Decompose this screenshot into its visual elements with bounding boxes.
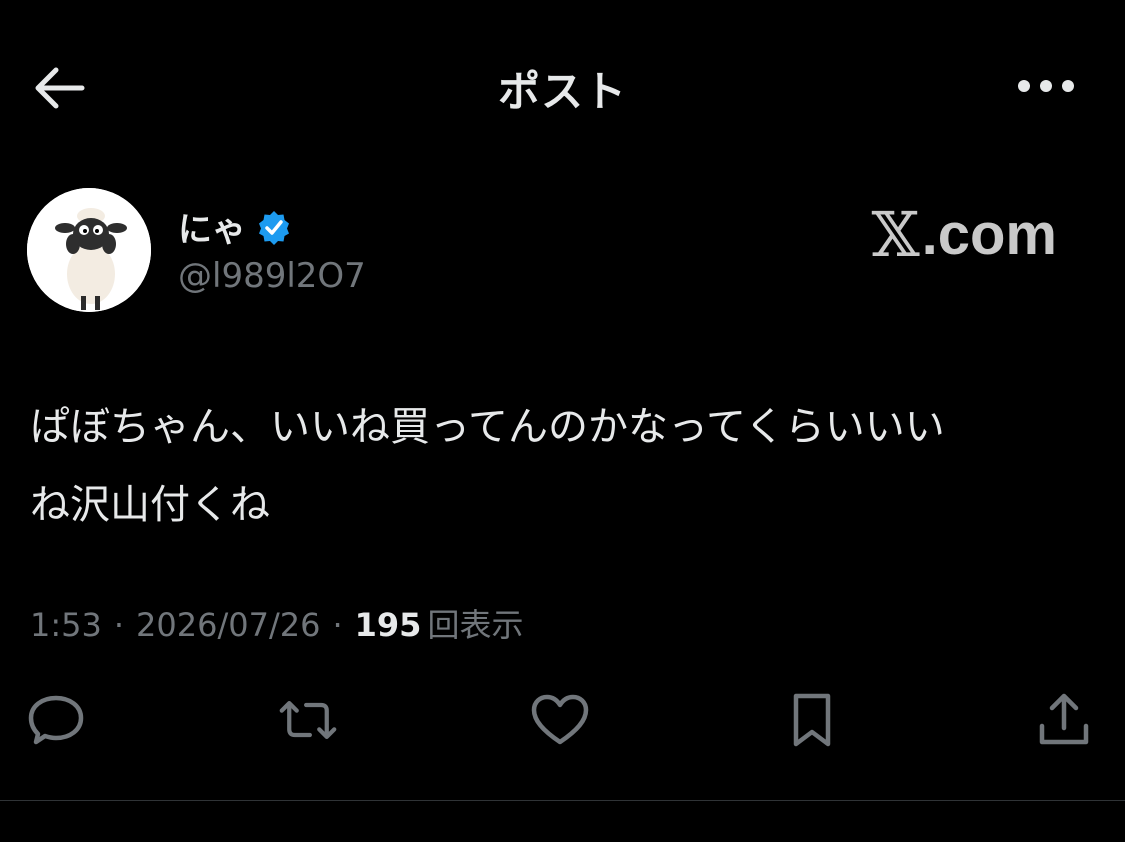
- share-button[interactable]: [1034, 690, 1094, 750]
- reply-icon: [28, 695, 84, 745]
- like-button[interactable]: [530, 690, 590, 750]
- views-count[interactable]: 195: [355, 606, 422, 644]
- post-text: ぱぼちゃん、いいね買ってんのかなってくらいいい ね沢山付くね: [30, 388, 1090, 544]
- user-handle[interactable]: @l989l2O7: [178, 256, 366, 296]
- bottom-divider: [0, 800, 1125, 801]
- post-text-line-1: ぱぼちゃん、いいね買ってんのかなってくらいいい: [30, 404, 945, 450]
- share-icon: [1039, 693, 1089, 745]
- repost-button[interactable]: [278, 690, 338, 750]
- page-title: ポスト: [497, 67, 627, 116]
- display-name[interactable]: にゃ: [178, 202, 246, 251]
- author-name-row[interactable]: にゃ: [178, 202, 292, 251]
- heart-icon: [531, 694, 589, 745]
- sheep-avatar-image: [27, 188, 151, 312]
- meta-separator: ·: [332, 606, 343, 644]
- post-detail-page: ポスト にゃ @l989l2O7 𝕏 .com ぱぼちゃん、いいね買ってんのかな…: [0, 0, 1125, 842]
- verified-badge-icon: [259, 210, 289, 245]
- watermark-text: .com: [921, 202, 1057, 267]
- views-label[interactable]: 回表示: [427, 600, 523, 646]
- action-bar: [0, 690, 1125, 750]
- more-options-button[interactable]: [1011, 66, 1081, 106]
- post-meta: 1:53 · 2026/07/26 · 195 回表示: [30, 600, 523, 646]
- meta-separator: ·: [113, 606, 125, 644]
- more-horizontal-icon: [1018, 80, 1074, 92]
- top-bar: ポスト: [0, 0, 1125, 176]
- bookmark-button[interactable]: [782, 690, 842, 750]
- avatar[interactable]: [27, 188, 151, 312]
- post-text-line-2: ね沢山付くね: [30, 482, 270, 528]
- post-date[interactable]: 2026/07/26: [136, 606, 320, 644]
- repost-icon: [279, 701, 337, 739]
- reply-button[interactable]: [26, 690, 86, 750]
- x-logo-icon: 𝕏: [871, 198, 920, 271]
- bookmark-icon: [793, 693, 831, 747]
- x-com-watermark: 𝕏 .com: [872, 198, 1057, 271]
- post-time[interactable]: 1:53: [30, 606, 102, 644]
